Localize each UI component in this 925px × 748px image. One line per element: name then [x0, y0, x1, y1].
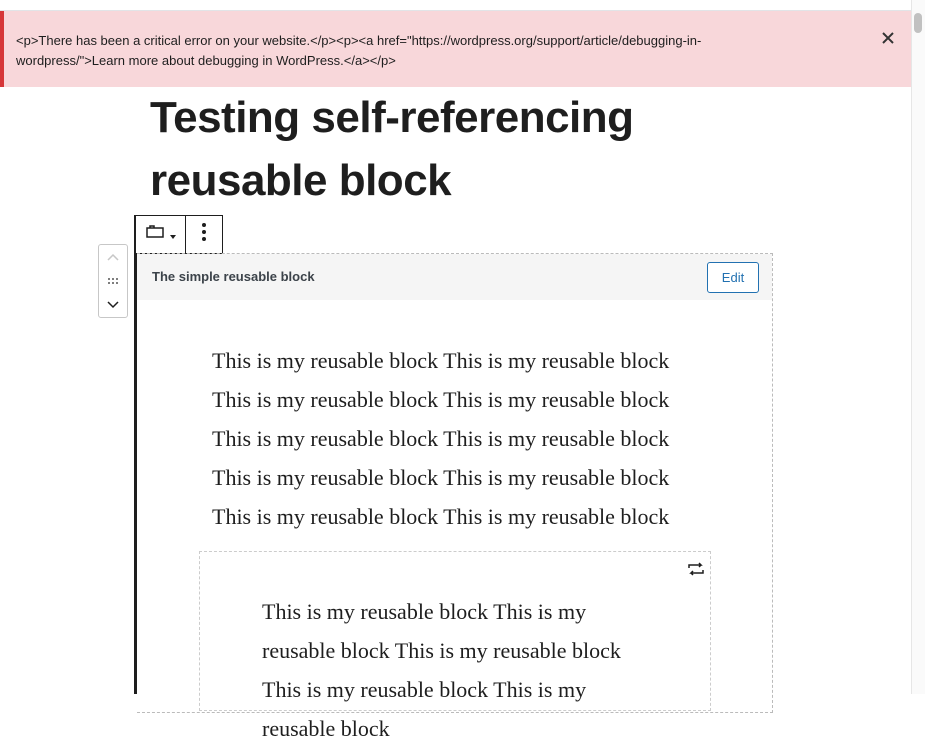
drag-handle-icon: [107, 272, 119, 290]
notice-text: <p>There has been a critical error on yo…: [16, 33, 702, 68]
convert-to-regular-button[interactable]: [681, 557, 711, 585]
caret-down-icon: [169, 226, 176, 244]
reusable-block-paragraph[interactable]: This is my reusable block This is my reu…: [212, 341, 692, 536]
reusable-block-title: The simple reusable block: [152, 269, 315, 284]
edit-button[interactable]: Edit: [707, 262, 759, 293]
block-mover: [98, 244, 128, 318]
more-options-button[interactable]: [186, 216, 222, 253]
scrollbar-thumb[interactable]: [914, 13, 922, 33]
chevron-down-icon: [107, 296, 119, 314]
reusable-block-icon: [145, 225, 166, 244]
block-toolbar: [135, 215, 223, 254]
post-title[interactable]: Testing self-referencing reusable block: [150, 86, 750, 212]
drag-handle[interactable]: [99, 269, 127, 293]
reusable-block-header: The simple reusable block Edit: [137, 254, 772, 300]
chevron-up-icon: [107, 248, 119, 266]
scrollbar-track[interactable]: [911, 0, 925, 694]
block-switcher-button[interactable]: [136, 216, 186, 253]
more-vertical-icon: [202, 223, 206, 246]
admin-top-strip: [0, 0, 911, 11]
move-down-button[interactable]: [99, 293, 127, 317]
convert-to-regular-icon: [687, 561, 705, 581]
move-up-button[interactable]: [99, 245, 127, 269]
close-icon[interactable]: [879, 30, 897, 48]
nested-block-paragraph[interactable]: This is my reusable block This is my reu…: [262, 592, 642, 748]
critical-error-notice: <p>There has been a critical error on yo…: [0, 11, 911, 87]
